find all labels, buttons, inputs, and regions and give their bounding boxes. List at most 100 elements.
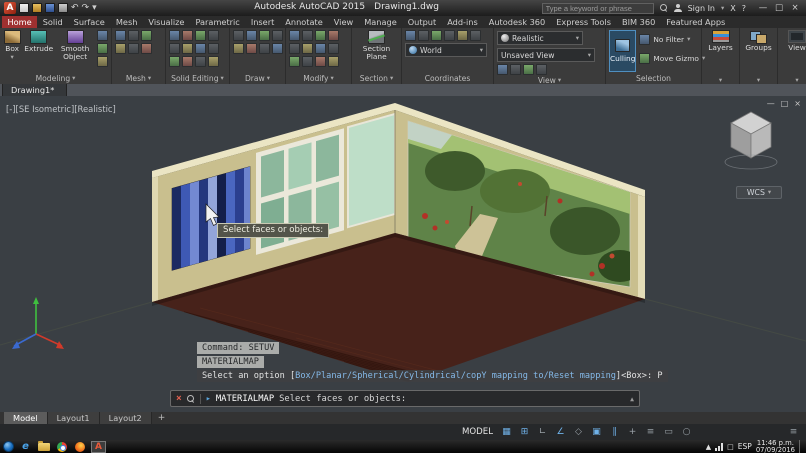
separate-icon[interactable] — [208, 43, 219, 54]
fillet-icon[interactable] — [302, 43, 313, 54]
smooth-more-icon[interactable] — [128, 30, 139, 41]
polysolid-icon[interactable] — [97, 30, 108, 41]
ribbon-tab-mesh[interactable]: Mesh — [110, 16, 143, 28]
undo-icon[interactable]: ↶ — [71, 3, 79, 13]
layout-tab-model[interactable]: Model — [4, 412, 48, 424]
ribbon-tab-output[interactable]: Output — [402, 16, 441, 28]
ribbon-tab-featured-apps[interactable]: Featured Apps — [661, 16, 731, 28]
command-history-toggle-icon[interactable]: ▲ — [630, 395, 634, 403]
sign-in-dropdown-icon[interactable]: ▾ — [721, 5, 724, 12]
file-explorer-icon[interactable] — [37, 440, 50, 452]
ucs-y-icon[interactable] — [457, 30, 468, 41]
panel-label-solid-editing[interactable]: Solid Editing ▾ — [169, 73, 226, 84]
add-crease-icon[interactable] — [128, 43, 139, 54]
smooth-object-button[interactable]: Smooth Object — [56, 30, 94, 61]
viewport-corner-controls[interactable]: [-][SE Isometric][Realistic] — [6, 104, 116, 114]
explode-icon[interactable] — [315, 56, 326, 67]
new-layout-button[interactable]: + — [152, 412, 172, 424]
viewport-single-icon[interactable] — [497, 64, 508, 75]
section-plane-button[interactable]: Section Plane — [355, 30, 398, 61]
ribbon-tab-insert[interactable]: Insert — [245, 16, 279, 28]
viewport-close-icon[interactable]: × — [794, 99, 801, 108]
autocad-logo-icon[interactable]: A — [4, 2, 16, 14]
taper-face-icon[interactable] — [182, 43, 193, 54]
network-icon[interactable] — [715, 442, 724, 451]
command-prompt-text[interactable]: Select faces or objects: — [279, 394, 406, 404]
layers-panel-button[interactable]: Layers — [708, 30, 733, 52]
ribbon-tab-view[interactable]: View — [328, 16, 358, 28]
slice-icon[interactable] — [208, 30, 219, 41]
ribbon-tab-parametric[interactable]: Parametric — [190, 16, 245, 28]
fillet-edge-icon[interactable] — [169, 43, 180, 54]
polyline-icon[interactable] — [246, 30, 257, 41]
panel-label-section[interactable]: Section ▾ — [355, 73, 398, 84]
command-close-icon[interactable]: × — [176, 393, 182, 404]
panel-label-coordinates[interactable]: Coordinates — [405, 73, 490, 84]
circle-icon[interactable] — [259, 30, 270, 41]
start-button[interactable] — [3, 441, 14, 452]
orbit-icon[interactable] — [523, 64, 534, 75]
mesh-box-icon[interactable] — [115, 30, 126, 41]
union-icon[interactable] — [169, 30, 180, 41]
presspull-icon[interactable] — [97, 43, 108, 54]
help-icon[interactable]: ? — [742, 4, 746, 13]
ucs-selector[interactable]: World ▾ — [405, 43, 487, 57]
viewport-restore-icon[interactable]: □ — [781, 99, 789, 108]
viewcube-wcs-menu[interactable]: WCS ▾ — [736, 186, 782, 199]
ortho-toggle-icon[interactable]: ∟ — [536, 425, 549, 439]
stretch-icon[interactable] — [315, 43, 326, 54]
line-icon[interactable] — [233, 30, 244, 41]
hatch-icon[interactable] — [246, 43, 257, 54]
object-snap-icon[interactable]: ▣ — [590, 425, 603, 439]
model-space-toggle[interactable]: MODEL — [462, 427, 493, 437]
panel-label-groups[interactable]: ▾ — [743, 76, 774, 85]
file-tab-drawing1[interactable]: Drawing1* — [2, 83, 68, 96]
visual-style-selector[interactable]: Realistic ▾ — [497, 31, 583, 45]
system-clock[interactable]: 11:46 p.m. 07/09/2016 — [756, 440, 795, 453]
ellipse-icon[interactable] — [259, 43, 270, 54]
layout-tab-layout2[interactable]: Layout2 — [99, 412, 152, 424]
plot-icon[interactable] — [58, 3, 68, 13]
array-icon[interactable] — [289, 56, 300, 67]
dynamic-input-icon[interactable]: + — [626, 425, 639, 439]
intersect-icon[interactable] — [195, 30, 206, 41]
move-gizmo-button[interactable]: Move Gizmo ▾ — [639, 49, 705, 68]
ribbon-tab-visualize[interactable]: Visualize — [143, 16, 190, 28]
drawing-viewport[interactable]: [-][SE Isometric][Realistic] — □ × WCS ▾… — [0, 96, 806, 412]
ucs-origin-icon[interactable] — [431, 30, 442, 41]
ribbon-tab-annotate[interactable]: Annotate — [280, 16, 328, 28]
internet-explorer-icon[interactable]: e — [19, 441, 32, 452]
object-isolate-icon[interactable]: ○ — [680, 425, 693, 439]
panel-label-view[interactable]: View ▾ — [497, 75, 602, 84]
search-icon[interactable] — [659, 4, 668, 12]
grid-toggle-icon[interactable]: ▦ — [500, 425, 513, 439]
corner-window[interactable] — [347, 112, 396, 229]
help-search-input[interactable] — [541, 2, 654, 14]
autocad-taskbar-button[interactable]: A — [91, 440, 106, 453]
extrude-tool-button[interactable]: Extrude — [24, 30, 53, 53]
spline-icon[interactable] — [272, 43, 283, 54]
offset-edge-icon[interactable] — [208, 56, 219, 67]
arc-icon[interactable] — [272, 30, 283, 41]
move-icon[interactable] — [289, 30, 300, 41]
tray-expand-icon[interactable]: ▲ — [706, 443, 711, 451]
sweep-icon[interactable] — [97, 56, 108, 67]
named-view-selector[interactable]: Unsaved View ▾ — [497, 48, 595, 62]
panel-label-mesh[interactable]: Mesh ▾ — [115, 73, 162, 84]
option-keywords[interactable]: Box/Planar/Spherical/Cylindrical/copY ma… — [295, 371, 616, 381]
copy-icon[interactable] — [328, 30, 339, 41]
no-filter-button[interactable]: No Filter ▾ — [639, 30, 705, 49]
panel-label-view-collapsed[interactable]: ▾ — [781, 76, 806, 85]
ribbon-tab-express-tools[interactable]: Express Tools — [551, 16, 617, 28]
layout-tab-layout1[interactable]: Layout1 — [47, 412, 100, 424]
ucs-icon[interactable] — [405, 30, 416, 41]
viewport-minimize-icon[interactable]: — — [767, 99, 775, 108]
open-file-icon[interactable] — [32, 3, 42, 13]
qat-dropdown-icon[interactable]: ▾ — [92, 3, 97, 13]
window-close-button[interactable]: × — [788, 3, 802, 13]
viewport-four-icon[interactable] — [510, 64, 521, 75]
ribbon-tab-bim360[interactable]: BIM 360 — [616, 16, 660, 28]
new-file-icon[interactable] — [19, 3, 29, 13]
mirror-icon[interactable] — [289, 43, 300, 54]
groups-panel-button[interactable]: Groups — [745, 30, 772, 52]
